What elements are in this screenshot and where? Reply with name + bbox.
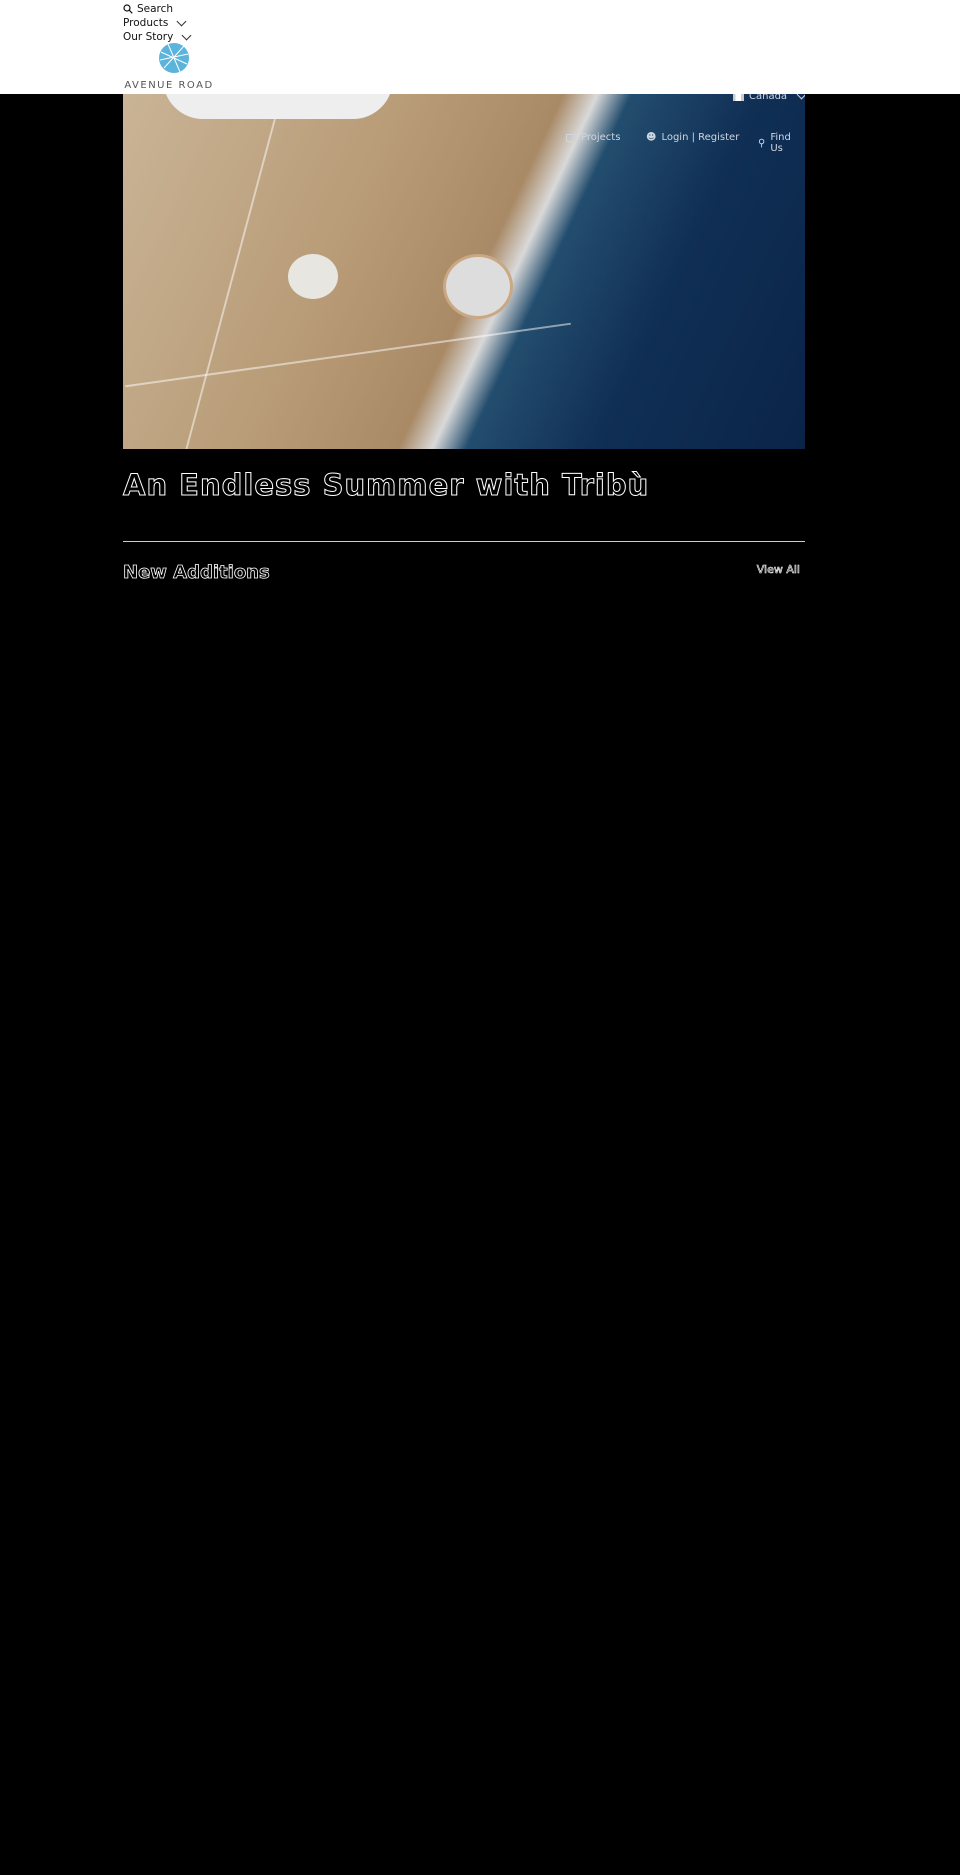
logo-globe-icon [159,43,189,73]
divider [123,541,805,542]
search-link[interactable]: Search [123,2,190,16]
chevron-down-icon [176,16,187,26]
main-nav: Search Products Our Story [123,2,192,44]
section-title: New Additions [123,562,271,584]
country-selector[interactable]: Canada [733,94,805,102]
daybed [443,254,513,319]
folder-icon [566,133,576,142]
user-icon: ☻ [646,132,657,143]
chevron-down-icon [181,30,192,40]
hero-image[interactable]: Canada Projects ☻ Login | Register ⚲ Find … [123,94,805,449]
logo-text: AVENUE ROAD [124,80,214,91]
login-link[interactable]: ☻ Login | Register [646,132,739,143]
logo[interactable]: AVENUE ROAD [123,42,215,91]
deck-cushion [288,254,338,299]
location-pin-icon: ⚲ [758,137,766,149]
flag-icon [733,94,744,101]
hero-title[interactable]: An Endless Summer with Tribù [122,468,649,503]
search-icon [123,4,133,14]
products-label: Products [123,17,169,29]
view-all-link[interactable]: View All [756,563,800,577]
header: Search Products Our Story AVENUE ROAD [0,0,960,94]
canopy [163,94,393,119]
country-label: Canada [749,94,788,102]
projects-link[interactable]: Projects [566,132,620,143]
find-us-link[interactable]: ⚲ Find Us [758,132,805,154]
nav-products[interactable]: Products [123,16,190,30]
search-label: Search [137,3,174,15]
chevron-down-icon [796,94,805,100]
find-us-label: Find Us [770,132,791,154]
login-label: Login | Register [661,132,740,143]
projects-label: Projects [581,132,621,143]
